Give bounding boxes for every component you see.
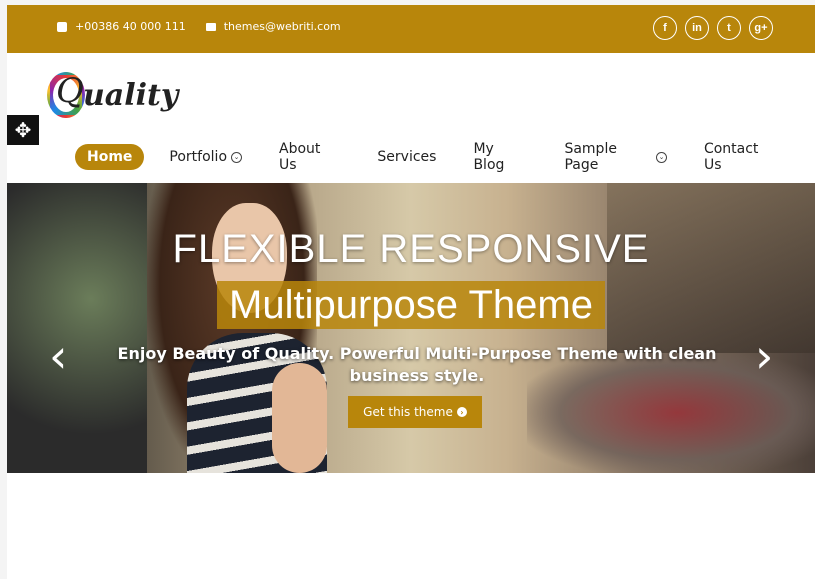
move-icon[interactable]: ✥ <box>7 115 39 145</box>
logo-text: uality <box>83 77 179 113</box>
chevron-down-icon: ⌄ <box>231 151 243 163</box>
hero-highlight-wrap: Multipurpose Theme <box>7 281 815 329</box>
nav-blog-label: My Blog <box>473 141 505 173</box>
page-frame: +00386 40 000 111 themes@webriti.com f i… <box>7 5 815 579</box>
nav-about[interactable]: About Us <box>279 141 340 173</box>
google-plus-icon[interactable]: g+ <box>749 16 773 40</box>
contact-info: +00386 40 000 111 themes@webriti.com <box>57 20 341 33</box>
logo-letter: Q <box>56 71 84 111</box>
social-links: f in t g+ <box>653 16 773 40</box>
nav-blog[interactable]: My Blog <box>473 141 527 173</box>
nav-about-label: About Us <box>279 141 321 173</box>
chevron-right-icon: › <box>456 407 467 417</box>
nav-sample-page-label: Sample Page <box>564 141 617 173</box>
hero-title: FLEXIBLE RESPONSIVE <box>172 227 650 271</box>
get-theme-button-label: Get this theme <box>363 405 453 419</box>
hero-subtitle: Enjoy Beauty of Quality. Powerful Multi-… <box>117 344 717 385</box>
facebook-icon[interactable]: f <box>653 16 677 40</box>
nav-contact[interactable]: Contact Us <box>704 141 778 173</box>
hero-highlight: Multipurpose Theme <box>217 281 605 329</box>
site-logo[interactable]: Q uality <box>47 65 178 125</box>
nav-portfolio[interactable]: Portfolio ⌄ <box>169 149 243 165</box>
chevron-down-icon: ⌄ <box>656 151 667 163</box>
get-theme-button[interactable]: Get this theme › <box>348 396 482 428</box>
nav-sample-page[interactable]: Sample Page ⌄ <box>564 141 667 173</box>
top-bar: +00386 40 000 111 themes@webriti.com f i… <box>7 5 815 53</box>
email-address[interactable]: themes@webriti.com <box>224 20 341 33</box>
main-nav: Home Portfolio ⌄ About Us Services My Bl… <box>75 141 815 173</box>
phone-icon <box>57 21 67 32</box>
mail-icon <box>205 22 216 31</box>
phone-number: +00386 40 000 111 <box>75 20 186 33</box>
nav-services[interactable]: Services <box>377 149 436 165</box>
twitter-icon[interactable]: t <box>717 16 741 40</box>
hero-slider: FLEXIBLE RESPONSIVE Multipurpose Theme E… <box>7 183 815 473</box>
nav-home[interactable]: Home <box>75 144 145 170</box>
linkedin-icon[interactable]: in <box>685 16 709 40</box>
nav-services-label: Services <box>377 149 437 165</box>
slider-next-icon[interactable]: › <box>755 333 773 379</box>
slider-prev-icon[interactable]: ‹ <box>49 333 67 379</box>
nav-home-label: Home <box>87 149 133 165</box>
nav-contact-label: Contact Us <box>703 141 759 173</box>
nav-portfolio-label: Portfolio <box>169 149 228 165</box>
